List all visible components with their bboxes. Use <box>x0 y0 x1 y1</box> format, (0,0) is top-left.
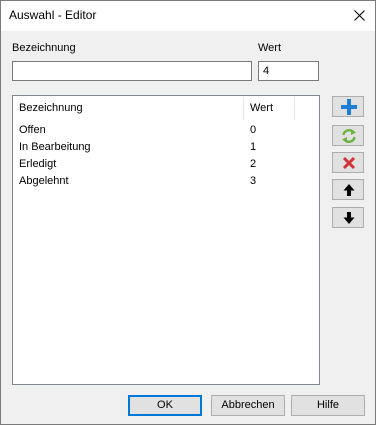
row-name: Erledigt <box>19 158 57 170</box>
name-label: Bezeichnung <box>12 42 76 54</box>
refresh-icon <box>342 129 356 143</box>
plus-icon <box>341 99 357 115</box>
ok-button[interactable]: OK <box>128 395 202 416</box>
column-header-value[interactable]: Wert <box>244 96 294 120</box>
list-row[interactable]: In Bearbeitung 1 <box>13 139 319 156</box>
title-bar: Auswahl - Editor <box>1 1 375 31</box>
cancel-button[interactable]: Abbrechen <box>211 395 285 416</box>
list-header: Bezeichnung Wert <box>13 96 319 120</box>
move-up-button[interactable] <box>332 179 364 200</box>
close-button[interactable] <box>343 1 375 31</box>
delete-icon <box>342 156 356 170</box>
list-row[interactable]: Abgelehnt 3 <box>13 173 319 190</box>
name-input[interactable] <box>12 61 252 81</box>
list-row[interactable]: Offen 0 <box>13 122 319 139</box>
row-name: In Bearbeitung <box>19 141 91 153</box>
refresh-button[interactable] <box>332 125 364 146</box>
column-separator[interactable] <box>294 97 295 120</box>
column-header-name[interactable]: Bezeichnung <box>13 96 243 120</box>
row-value: 2 <box>250 158 257 170</box>
arrow-down-icon <box>343 212 355 224</box>
value-label: Wert <box>258 42 282 54</box>
list-row[interactable]: Erledigt 2 <box>13 156 319 173</box>
row-value: 0 <box>250 124 257 136</box>
row-value: 1 <box>250 141 257 153</box>
help-button[interactable]: Hilfe <box>291 395 365 416</box>
row-name: Abgelehnt <box>19 175 69 187</box>
close-icon <box>354 10 365 21</box>
row-value: 3 <box>250 175 257 187</box>
add-button[interactable] <box>332 96 364 117</box>
delete-button[interactable] <box>332 152 364 173</box>
window-title: Auswahl - Editor <box>9 8 97 22</box>
editor-dialog: Auswahl - Editor Bezeichnung Wert Bezeic… <box>0 0 376 425</box>
value-input[interactable] <box>258 61 319 81</box>
arrow-up-icon <box>343 184 355 196</box>
options-list[interactable]: Bezeichnung Wert Offen 0 In Bearbeitung … <box>12 95 320 385</box>
row-name: Offen <box>19 124 46 136</box>
move-down-button[interactable] <box>332 207 364 228</box>
